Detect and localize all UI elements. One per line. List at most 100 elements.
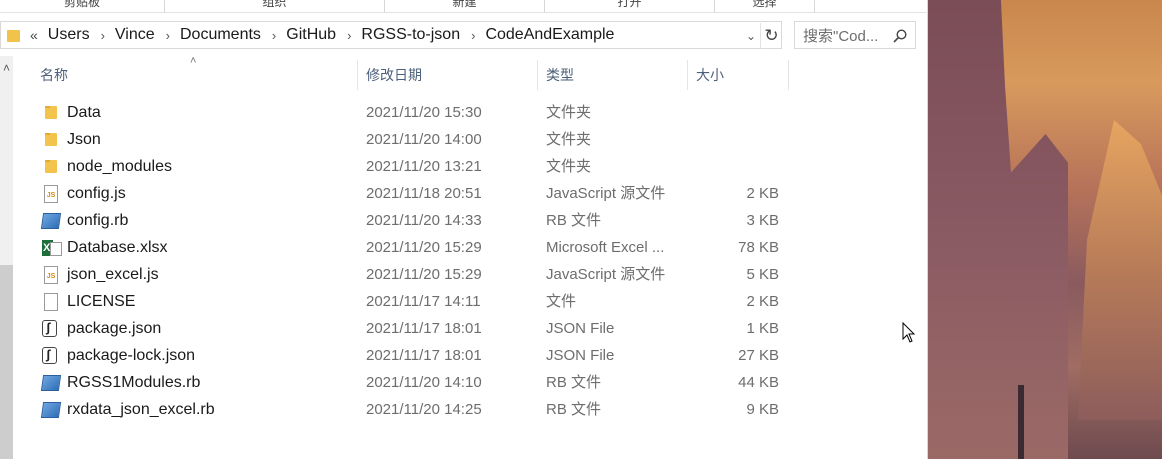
ribbon-group-clipboard: 剪贴板 [0,0,165,13]
ribbon-group-select: 选择 [715,0,815,13]
chevron-right-icon[interactable]: › [347,28,351,43]
file-size: 3 KB [746,212,779,229]
address-row: « Users › Vince › Documents › GitHub › R… [0,20,928,52]
search-icon[interactable] [893,29,907,43]
refresh-icon[interactable]: ↻ [760,23,782,49]
wallpaper-peak [1078,120,1162,420]
file-name: Data [67,104,101,121]
file-size [690,126,779,153]
file-row[interactable]: rxdata_json_excel.rb 2021/11/20 14:25 RB 文… [0,396,920,423]
rb-file-icon [40,213,62,229]
overflow-chevrons-icon[interactable]: « [30,27,38,43]
file-name: Database.xlsx [67,239,168,256]
file-type: RB 文件 [546,401,602,418]
file-date-modified: 2021/11/20 15:30 [366,104,482,121]
breadcrumb-github[interactable]: GitHub [286,26,336,44]
file-row[interactable]: X Database.xlsx 2021/11/20 15:29 Microsoft … [0,234,920,261]
file-explorer-window: 剪贴板 组织 新建 打开 选择 « Users › Vince › Docume… [0,0,928,459]
wallpaper-cliff [928,0,1068,459]
breadcrumb-vince[interactable]: Vince [115,26,155,44]
chevron-down-icon[interactable]: ⌄ [743,27,759,45]
ribbon-group-organize: 组织 [165,0,385,13]
breadcrumb-users[interactable]: Users [48,26,90,44]
file-type: JavaScript 源文件 [546,185,666,202]
chevron-right-icon[interactable]: › [166,28,170,43]
file-row[interactable]: ʃ package.json 2021/11/17 18:01 JSON File 1 … [0,315,920,342]
column-header-type[interactable]: 类型 [538,60,688,90]
search-input[interactable]: 搜索"Cod... [794,21,916,49]
file-date-modified: 2021/11/20 15:29 [366,266,482,283]
file-row[interactable]: Json 2021/11/20 14:00 文件夹 [0,126,920,153]
file-name: package.json [67,320,162,337]
file-row[interactable]: JS json_excel.js 2021/11/20 15:29 JavaScrip… [0,261,920,288]
file-size: 78 KB [738,239,779,256]
breadcrumb-rgss-to-json[interactable]: RGSS-to-json [361,26,460,44]
file-date-modified: 2021/11/20 14:33 [366,212,482,229]
file-size: 5 KB [746,266,779,283]
json-file-icon: ʃ [42,347,57,364]
file-size: 44 KB [738,374,779,391]
desktop-wallpaper [928,0,1162,459]
chevron-right-icon[interactable]: › [101,28,105,43]
file-date-modified: 2021/11/17 18:01 [366,347,482,364]
ribbon-group-open: 打开 [545,0,715,13]
chevron-right-icon[interactable]: › [471,28,475,43]
file-type: JavaScript 源文件 [546,266,666,283]
file-row[interactable]: node_modules 2021/11/20 13:21 文件夹 [0,153,920,180]
wallpaper-spire [1018,385,1024,459]
folder-icon [42,158,60,176]
file-name: rxdata_json_excel.rb [67,401,215,418]
folder-icon [42,131,60,149]
file-size: 9 KB [746,401,779,418]
search-placeholder: 搜索"Cod... [803,27,879,45]
file-row[interactable]: RGSS1Modules.rb 2021/11/20 14:10 RB 文件 44 K… [0,369,920,396]
file-row[interactable]: Data 2021/11/20 15:30 文件夹 [0,99,920,126]
file-date-modified: 2021/11/18 20:51 [366,185,482,202]
scroll-up-icon[interactable]: ˄ [0,56,13,80]
address-bar[interactable]: « Users › Vince › Documents › GitHub › R… [0,21,782,49]
file-date-modified: 2021/11/20 15:29 [366,239,482,256]
file-name: node_modules [67,158,172,175]
file-type: Microsoft Excel ... [546,239,665,256]
file-date-modified: 2021/11/20 13:21 [366,158,482,175]
rb-file-icon [40,402,62,418]
file-type: 文件 [546,293,577,310]
file-type: 文件夹 [546,158,592,175]
file-type: RB 文件 [546,374,602,391]
file-name: json_excel.js [67,266,159,283]
file-name: RGSS1Modules.rb [67,374,201,391]
ribbon-group-new: 新建 [385,0,545,13]
file-type: JSON File [546,320,615,337]
file-name: config.js [67,185,126,202]
file-type: 文件夹 [546,104,592,121]
file-size: 2 KB [746,185,779,202]
column-header-name[interactable]: 名称 [32,60,358,90]
file-row[interactable]: config.rb 2021/11/20 14:33 RB 文件 3 KB [0,207,920,234]
file-row[interactable]: LICENSE 2021/11/17 14:11 文件 2 KB [0,288,920,315]
mouse-cursor-icon [902,322,916,343]
column-headers: 名称 修改日期 类型 大小 [14,60,814,90]
file-type: RB 文件 [546,212,602,229]
js-file-icon: JS [44,185,58,203]
json-file-icon: ʃ [42,320,57,337]
file-name: package-lock.json [67,347,196,364]
file-row[interactable]: ʃ package-lock.json 2021/11/17 18:01 JSON F… [0,342,920,369]
file-name: config.rb [67,212,129,229]
file-size: 2 KB [746,293,779,310]
excel-file-icon: X [42,239,62,257]
column-header-date[interactable]: 修改日期 [358,60,538,90]
folder-icon [42,104,60,122]
breadcrumb-documents[interactable]: Documents [180,26,261,44]
file-date-modified: 2021/11/17 14:11 [366,293,481,310]
file-name: Json [67,131,101,148]
breadcrumb-codeandexample[interactable]: CodeAndExample [485,26,614,44]
file-type: JSON File [546,347,615,364]
chevron-right-icon[interactable]: › [272,28,276,43]
file-row[interactable]: JS config.js 2021/11/18 20:51 JavaScript 源文… [0,180,920,207]
column-header-size[interactable]: 大小 [688,60,789,90]
rb-file-icon [40,375,62,391]
file-date-modified: 2021/11/20 14:10 [366,374,482,391]
file-type: 文件夹 [546,131,592,148]
ribbon-group-labels: 剪贴板 组织 新建 打开 选择 [0,0,928,13]
file-size [690,153,779,180]
